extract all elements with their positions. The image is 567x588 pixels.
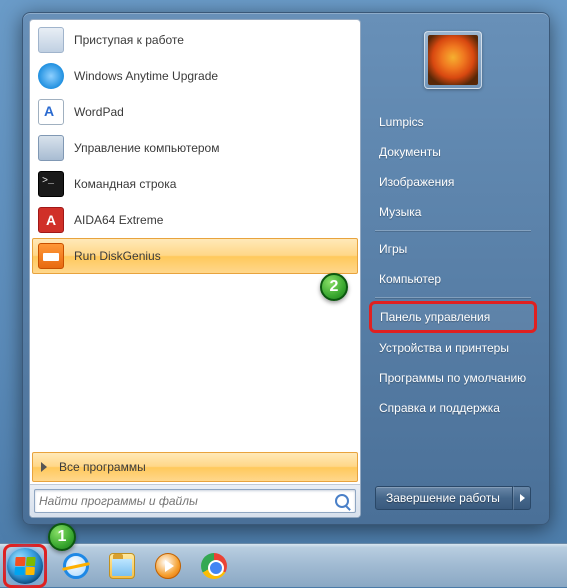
games-item[interactable]: Игры [369,234,537,264]
taskbar-media-player-button[interactable] [146,548,190,584]
aida64-icon [38,207,64,233]
internet-explorer-icon [63,553,89,579]
program-item-aida64[interactable]: AIDA64 Extreme [32,202,358,238]
program-list: Приступая к работе Windows Anytime Upgra… [30,20,360,276]
windows-logo-icon [14,557,35,575]
taskbar-ie-button[interactable] [54,548,98,584]
program-item-getting-started[interactable]: Приступая к работе [32,22,358,58]
program-item-command-prompt[interactable]: Командная строка [32,166,358,202]
program-label: Run DiskGenius [74,249,161,263]
program-label: AIDA64 Extreme [74,213,163,227]
annotation-marker-1: 1 [48,523,76,551]
taskbar [0,543,567,587]
start-orb-icon [7,548,43,584]
pictures-item[interactable]: Изображения [369,167,537,197]
wordpad-icon [38,99,64,125]
all-programs-label: Все программы [59,460,146,474]
devices-printers-item[interactable]: Устройства и принтеры [369,333,537,363]
shutdown-options-button[interactable] [513,486,531,510]
default-programs-item[interactable]: Программы по умолчанию [369,363,537,393]
program-label: Управление компьютером [74,141,219,155]
command-prompt-icon [38,171,64,197]
computer-item[interactable]: Компьютер [369,264,537,294]
start-menu: Приступая к работе Windows Anytime Upgra… [22,12,550,525]
music-item[interactable]: Музыка [369,197,537,227]
taskbar-chrome-button[interactable] [192,548,236,584]
control-panel-item[interactable]: Панель управления [369,301,537,333]
program-label: Windows Anytime Upgrade [74,69,218,83]
arrow-right-icon [520,494,525,502]
arrow-right-icon [41,462,47,472]
chrome-icon [201,553,227,579]
start-menu-left-panel: Приступая к работе Windows Anytime Upgra… [29,19,361,518]
program-item-computer-management[interactable]: Управление компьютером [32,130,358,166]
shutdown-row: Завершение работы [369,482,537,512]
search-input[interactable] [39,494,335,508]
file-explorer-icon [109,553,135,579]
search-row [30,484,360,517]
separator [375,297,531,298]
search-icon[interactable] [335,494,349,508]
program-item-wordpad[interactable]: WordPad [32,94,358,130]
search-box[interactable] [34,489,356,513]
anytime-upgrade-icon [38,63,64,89]
user-name-item[interactable]: Lumpics [369,107,537,137]
annotation-marker-2: 2 [320,273,348,301]
diskgenius-icon [38,243,64,269]
shutdown-label: Завершение работы [386,491,500,505]
documents-item[interactable]: Документы [369,137,537,167]
help-support-item[interactable]: Справка и поддержка [369,393,537,423]
computer-management-icon [38,135,64,161]
media-player-icon [155,553,181,579]
program-label: Приступая к работе [74,33,184,47]
program-label: WordPad [74,105,124,119]
start-menu-right-panel: Lumpics Документы Изображения Музыка Игр… [361,19,543,518]
program-item-anytime-upgrade[interactable]: Windows Anytime Upgrade [32,58,358,94]
user-avatar-frame[interactable] [424,31,482,89]
program-label: Командная строка [74,177,176,191]
taskbar-explorer-button[interactable] [100,548,144,584]
getting-started-icon [38,27,64,53]
all-programs-button[interactable]: Все программы [32,452,358,482]
shutdown-button[interactable]: Завершение работы [375,486,513,510]
program-item-diskgenius[interactable]: Run DiskGenius [32,238,358,274]
separator [375,230,531,231]
start-button[interactable] [4,545,46,587]
user-avatar-icon [428,35,478,85]
